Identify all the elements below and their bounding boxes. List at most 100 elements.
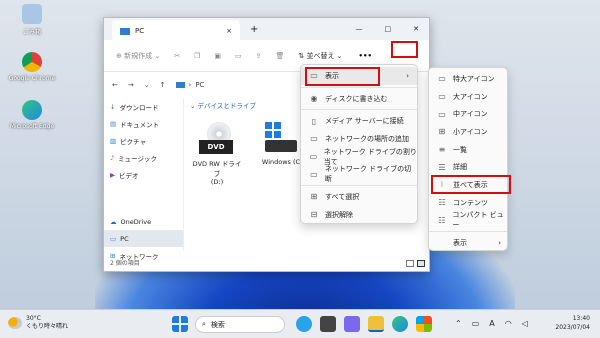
menu-item-burn[interactable]: ◉ ディスクに書き込む [301, 90, 417, 108]
menu-item-add-network-location[interactable]: ▭ ネットワークの場所の追加 [301, 130, 417, 148]
forward-icon[interactable]: → [128, 81, 134, 89]
sidebar: ↓ ダウンロード ▤ ドキュメント ▨ ピクチャ ♪ ミュージック ▶ ビデオ ☁ OneD… [104, 98, 184, 261]
details-view-icon[interactable] [406, 260, 414, 267]
content-icon: ☷ [438, 198, 446, 208]
back-icon[interactable]: ← [112, 81, 118, 89]
sort-button[interactable]: ⇅ 並べ替え ⌄ [298, 51, 342, 61]
status-bar: 2 個の項目 [110, 260, 140, 267]
task-view-icon[interactable] [320, 316, 336, 332]
drive-dvd[interactable]: DVD DVD RW ドライブ (D:) [190, 122, 244, 186]
sidebar-item-onedrive[interactable]: ☁ OneDrive [104, 213, 183, 230]
cloud-icon: ☁ [110, 217, 117, 226]
weather-widget[interactable]: 30°C くもり時々晴れ [8, 315, 68, 331]
sidebar-item-pictures[interactable]: ▨ ピクチャ [104, 132, 183, 149]
desktop-icon-chrome[interactable]: Google Chrome [2, 52, 62, 82]
teams-icon[interactable] [344, 316, 360, 332]
submenu-show[interactable]: 表示 › [429, 234, 507, 252]
menu-item-select-all[interactable]: ⊞ すべて選択 [301, 188, 417, 206]
menu-item-disconnect-network-drive[interactable]: ▭ ネットワーク ドライブの切断 [301, 165, 417, 183]
paste-icon[interactable]: ▣ [214, 52, 221, 60]
select-all-icon: ⊞ [310, 192, 318, 202]
medium-icons-icon: ▭ [438, 109, 446, 119]
menu-item-map-network-drive[interactable]: ▭ ネットワーク ドライブの割り当て [301, 148, 417, 166]
new-button[interactable]: ⊕ 新規作成 ⌄ [116, 51, 160, 61]
chat-icon[interactable] [296, 316, 312, 332]
submenu-small-icons[interactable]: ⊞ 小アイコン [429, 123, 507, 141]
store-icon[interactable] [416, 316, 432, 332]
share-icon[interactable]: ⇪ [256, 52, 262, 60]
speaker-icon[interactable]: ◁ [522, 319, 528, 328]
windows-logo-icon [265, 122, 281, 138]
monitor-icon [120, 27, 130, 35]
search-box[interactable]: ⌕ 検索 [195, 316, 285, 333]
drive-c[interactable]: Windows (C [256, 122, 306, 186]
more-button[interactable]: ••• [359, 52, 372, 60]
sidebar-item-music[interactable]: ♪ ミュージック [104, 149, 183, 166]
new-tab-button[interactable]: + [250, 24, 258, 35]
map-drive-icon: ▭ [309, 152, 318, 162]
up-icon[interactable]: ↑ [160, 81, 166, 89]
minimize-button[interactable]: — [356, 25, 363, 33]
start-icon[interactable] [172, 316, 188, 332]
details-icon: ☰ [438, 162, 446, 172]
sidebar-item-documents[interactable]: ▤ ドキュメント [104, 115, 183, 132]
maximize-button[interactable]: □ [385, 25, 392, 33]
address-bar[interactable]: › PC [175, 81, 204, 89]
submenu-list[interactable]: ≡ 一覧 [429, 141, 507, 159]
deselect-icon: ⊟ [310, 210, 318, 220]
drive-icon [265, 140, 297, 152]
ime-mode-icon[interactable]: ▭ [472, 319, 480, 328]
dropdown-icon[interactable]: ⌄ [144, 81, 150, 89]
submenu-large-icons[interactable]: ▭ 大アイコン [429, 88, 507, 106]
highlight-more-button [391, 41, 418, 58]
desktop-icon-edge[interactable]: Microsoft Edge [2, 100, 62, 130]
compact-view-icon: ☷ [438, 215, 446, 225]
context-menu: ▭ 表示 › ◉ ディスクに書き込む ▯ メディア サーバーに接続 ▭ ネットワークの場所… [300, 64, 418, 224]
tab-close-button[interactable]: × [226, 27, 232, 35]
view-submenu: ▭ 特大アイコン ▭ 大アイコン ▭ 中アイコン ⊞ 小アイコン ≡ 一覧 ☰ 詳細 ⁝ 並べ… [428, 67, 508, 251]
music-icon: ♪ [110, 153, 115, 162]
edge-icon[interactable] [392, 316, 408, 332]
small-icons-icon: ⊞ [438, 127, 446, 137]
file-explorer-icon[interactable] [368, 316, 384, 332]
menu-item-deselect[interactable]: ⊟ 選択解除 [301, 206, 417, 224]
chevron-right-icon: › [498, 239, 501, 248]
submenu-compact-view[interactable]: ☷ コンパクト ビュー [429, 211, 507, 229]
monitor-icon: ▭ [110, 234, 117, 243]
tiles-view-icon[interactable] [417, 260, 425, 267]
submenu-content[interactable]: ☷ コンテンツ [429, 194, 507, 212]
sidebar-item-pc[interactable]: ▭ PC [104, 230, 183, 247]
cut-icon[interactable]: ✂ [174, 52, 180, 60]
disconnect-drive-icon: ▭ [310, 169, 318, 179]
sidebar-item-downloads[interactable]: ↓ ダウンロード [104, 98, 183, 115]
desktop-icon-recycle-bin[interactable]: ごみ箱 [2, 4, 62, 36]
pc-icon [175, 82, 185, 88]
menu-item-media-server[interactable]: ▯ メディア サーバーに接続 [301, 112, 417, 130]
menu-divider [301, 86, 417, 88]
submenu-medium-icons[interactable]: ▭ 中アイコン [429, 105, 507, 123]
picture-icon: ▨ [110, 136, 117, 145]
submenu-extra-large-icons[interactable]: ▭ 特大アイコン [429, 70, 507, 88]
breadcrumb-separator: › [188, 81, 192, 89]
extra-large-icons-icon: ▭ [438, 74, 446, 84]
menu-divider [301, 109, 417, 111]
sidebar-item-videos[interactable]: ▶ ビデオ [104, 166, 183, 183]
edge-icon [22, 100, 42, 120]
menu-divider [301, 185, 417, 187]
close-button[interactable]: ✕ [413, 25, 419, 33]
submenu-details[interactable]: ☰ 詳細 [429, 158, 507, 176]
delete-icon[interactable]: 🗑 [275, 52, 284, 60]
view-switch [406, 260, 425, 267]
ime-indicator[interactable]: A [489, 319, 494, 328]
chevron-up-icon[interactable]: ⌃ [455, 319, 462, 328]
search-icon: ⌕ [202, 320, 206, 328]
chevron-right-icon: › [406, 71, 409, 80]
highlight-tiles-item [431, 175, 511, 194]
copy-icon[interactable]: ❐ [194, 52, 200, 60]
wifi-icon[interactable]: ◠ [505, 319, 512, 328]
rename-icon[interactable]: ▭ [235, 52, 242, 60]
clock[interactable]: 13:40 2023/07/04 [540, 314, 590, 332]
large-icons-icon: ▭ [438, 92, 446, 102]
network-location-icon: ▭ [310, 134, 318, 144]
tab-pc[interactable]: PC × [112, 20, 240, 42]
